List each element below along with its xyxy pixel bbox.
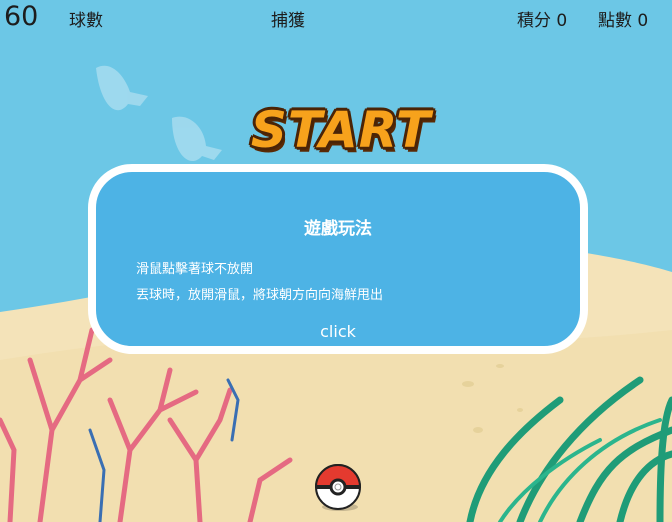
instructions-title: 遊戲玩法	[304, 219, 372, 239]
caught-label: 捕獲	[271, 11, 305, 31]
points-readout: 點數 0	[598, 6, 648, 31]
click-button[interactable]: click	[96, 322, 580, 341]
score-value: 0	[556, 11, 568, 31]
points-value: 0	[637, 11, 649, 31]
hud-bar: 60 球數 捕獲 積分 0 點數 0	[0, 0, 672, 34]
instructions-line-1: 滑鼠點擊著球不放開	[136, 262, 254, 277]
instructions-panel: 遊戲玩法 滑鼠點擊著球不放開 丟球時，放開滑鼠，將球朝方向向海鮮甩出 click	[88, 164, 588, 354]
score-label: 積分	[517, 11, 551, 31]
start-title: START	[250, 101, 432, 159]
balls-label: 球數	[69, 11, 103, 31]
instructions-line-2: 丟球時，放開滑鼠，將球朝方向向海鮮甩出	[136, 288, 384, 303]
pokeball-icon[interactable]	[314, 463, 362, 511]
timer: 60	[4, 1, 39, 32]
score-readout: 積分 0	[517, 6, 567, 31]
points-label: 點數	[598, 11, 632, 31]
